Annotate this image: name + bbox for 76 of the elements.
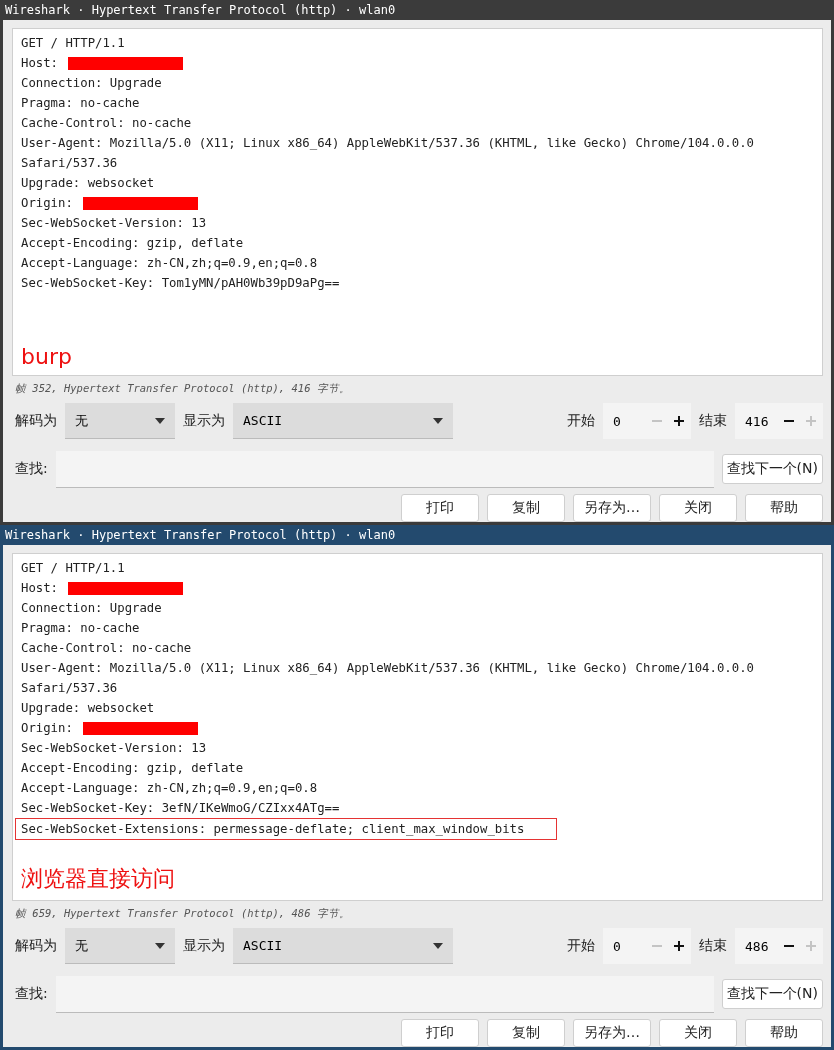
minus-icon	[652, 420, 662, 422]
increment-button[interactable]	[673, 415, 685, 427]
text-line: GET / HTTP/1.1	[21, 560, 125, 577]
text-line: Cache-Control: no-cache	[21, 115, 192, 132]
dialog-button[interactable]: 复制	[487, 494, 565, 522]
window-title: Wireshark · Hypertext Transfer Protocol (http) · wlan0	[3, 525, 831, 545]
text-line: Upgrade: websocket	[21, 700, 155, 717]
dialog-button[interactable]: 打印	[401, 1019, 479, 1047]
field-label: 查找:	[15, 460, 48, 478]
text-line: Upgrade: websocket	[21, 175, 155, 192]
field-label: 开始	[567, 412, 595, 430]
text-line: Accept-Encoding: gzip, deflate	[21, 235, 244, 252]
dialog-button[interactable]: 关闭	[659, 494, 737, 522]
text-line: Accept-Language: zh-CN,zh;q=0.9,en;q=0.8	[21, 780, 318, 797]
text-line: Sec-WebSocket-Version: 13	[21, 215, 207, 232]
text-line: Origin:	[21, 195, 73, 212]
spin-box[interactable]: 486	[735, 928, 823, 964]
decode-dropdown[interactable]: 无	[65, 928, 175, 964]
text-line: Pragma: no-cache	[21, 620, 140, 637]
plus-icon	[674, 416, 684, 426]
spin-box[interactable]: 0	[603, 928, 691, 964]
text-line: Cache-Control: no-cache	[21, 640, 192, 657]
dropdown-caret-icon	[433, 417, 443, 424]
text-line: Connection: Upgrade	[21, 75, 162, 92]
dialog-button[interactable]: 另存为…	[573, 494, 651, 522]
dialog-button[interactable]: 帮助	[745, 1019, 823, 1047]
status-text: 帧 659, Hypertext Transfer Protocol (http), 486 字节。	[14, 906, 351, 921]
text-line: Host:	[21, 55, 59, 72]
dialog-button[interactable]: 打印	[401, 494, 479, 522]
decode-dropdown[interactable]: 无	[65, 403, 175, 439]
field-label: 解码为	[15, 412, 57, 430]
plus-icon	[674, 941, 684, 951]
status-text: 帧 352, Hypertext Transfer Protocol (http), 416 字节。	[14, 381, 351, 396]
window-title: Wireshark · Hypertext Transfer Protocol (http) · wlan0	[3, 0, 831, 20]
field-label: 结束	[699, 937, 727, 955]
dialog-button[interactable]: 复制	[487, 1019, 565, 1047]
text-line: Connection: Upgrade	[21, 600, 162, 617]
text-line: Host:	[21, 580, 59, 597]
field-label: 结束	[699, 412, 727, 430]
field-label: 显示为	[183, 412, 225, 430]
text-line: Sec-WebSocket-Key: 3efN/IKeWmoG/CZIxx4ATg==	[21, 800, 340, 817]
annotation-text: 浏览器直接访问	[21, 865, 176, 893]
text-line: Accept-Encoding: gzip, deflate	[21, 760, 244, 777]
annotation-text: burp	[21, 344, 73, 369]
find-next-button[interactable]: 查找下一个(N)	[721, 454, 823, 484]
text-line: Sec-WebSocket-Key: Tom1yMN/pAH0Wb39pD9aPg==	[21, 275, 340, 292]
text-line: User-Agent: Mozilla/5.0 (X11; Linux x86_64) AppleWebKit/537.36 (KHTML, like Gecko) Chrome/104.0.0.0 Safari/537.36	[21, 135, 755, 172]
dialog-button[interactable]: 帮助	[745, 494, 823, 522]
show-as-dropdown[interactable]: ASCII	[233, 928, 453, 964]
spin-box[interactable]: 0	[603, 403, 691, 439]
dialog-button[interactable]: 关闭	[659, 1019, 737, 1047]
increment-button[interactable]	[673, 940, 685, 952]
minus-icon	[652, 945, 662, 947]
find-next-button[interactable]: 查找下一个(N)	[721, 979, 823, 1009]
text-line: Origin:	[21, 720, 73, 737]
dialog-button[interactable]: 另存为…	[573, 1019, 651, 1047]
show-as-dropdown[interactable]: ASCII	[233, 403, 453, 439]
dropdown-caret-icon	[155, 942, 165, 949]
minus-icon	[784, 420, 794, 422]
minus-icon	[784, 945, 794, 947]
text-line: Accept-Language: zh-CN,zh;q=0.9,en;q=0.8	[21, 255, 318, 272]
plus-icon	[806, 941, 816, 951]
spin-box[interactable]: 416	[735, 403, 823, 439]
text-line: Pragma: no-cache	[21, 95, 140, 112]
field-label: 解码为	[15, 937, 57, 955]
field-label: 显示为	[183, 937, 225, 955]
find-field[interactable]	[55, 450, 714, 488]
field-label: 开始	[567, 937, 595, 955]
text-line: Sec-WebSocket-Version: 13	[21, 740, 207, 757]
find-field[interactable]	[55, 975, 714, 1013]
dropdown-caret-icon	[155, 417, 165, 424]
text-line: User-Agent: Mozilla/5.0 (X11; Linux x86_64) AppleWebKit/537.36 (KHTML, like Gecko) Chrome/104.0.0.0 Safari/537.36	[21, 660, 755, 697]
field-label: 查找:	[15, 985, 48, 1003]
dropdown-caret-icon	[433, 942, 443, 949]
text-line: GET / HTTP/1.1	[21, 35, 125, 52]
plus-icon	[806, 416, 816, 426]
